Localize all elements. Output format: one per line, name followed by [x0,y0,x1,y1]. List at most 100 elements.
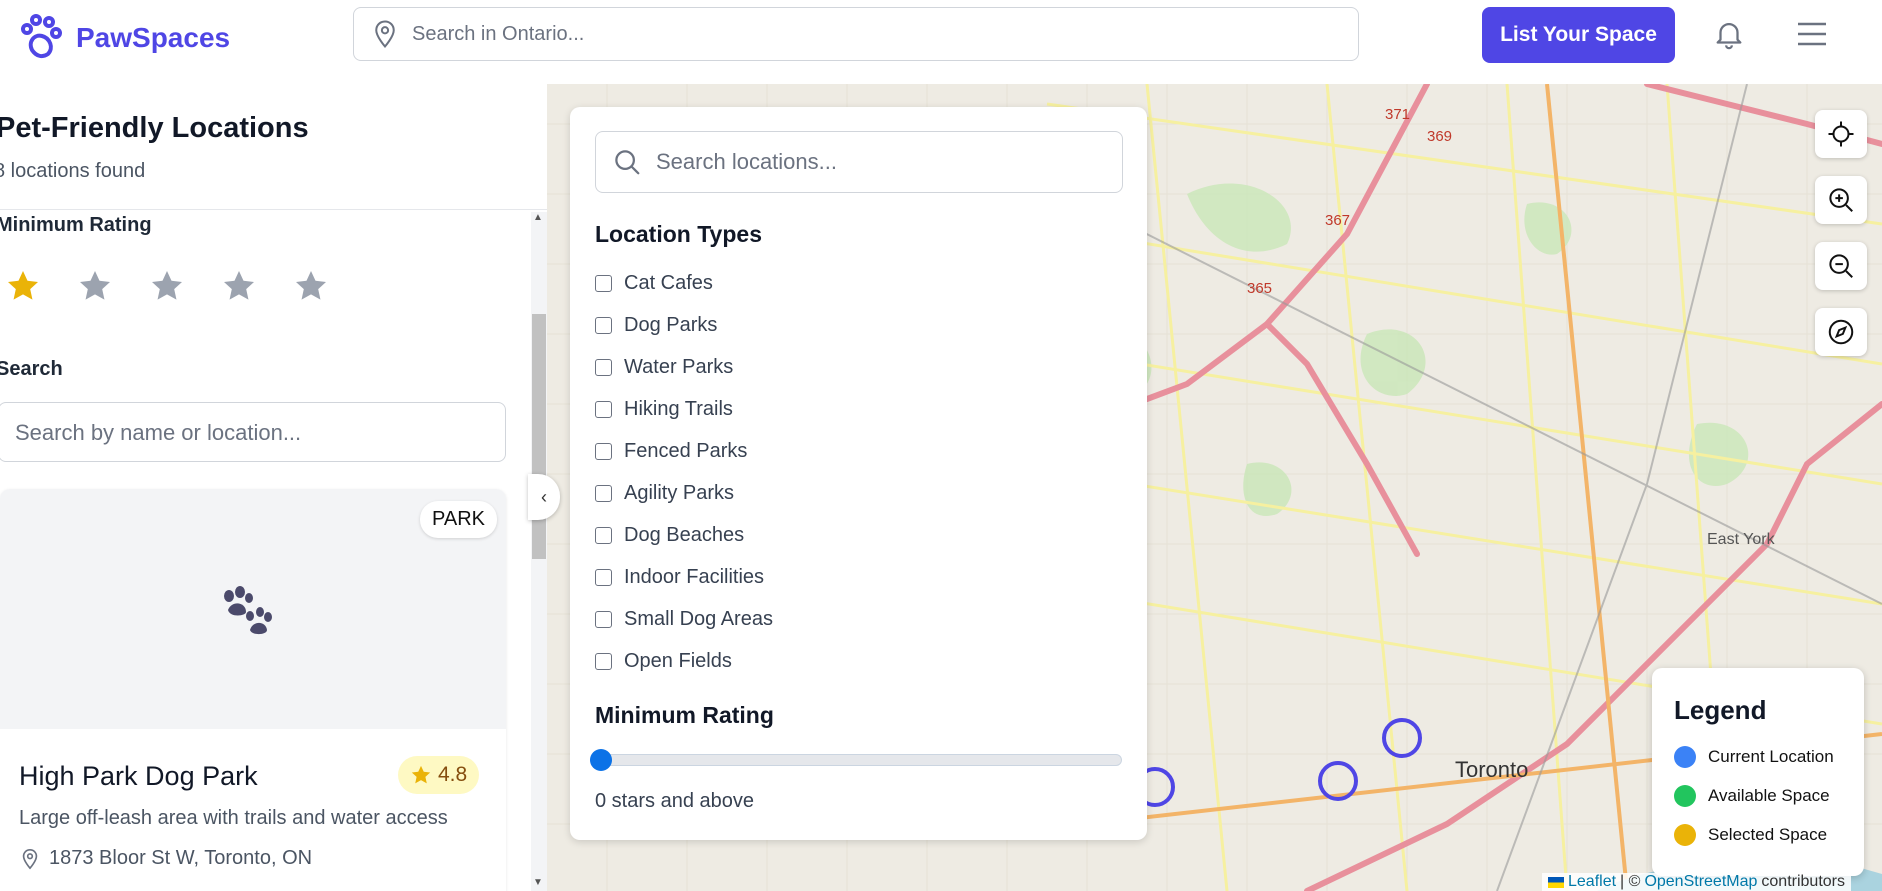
attribution-separator: | © [1620,873,1641,890]
location-type-option[interactable]: Dog Beaches [595,514,773,556]
divider [0,209,547,210]
location-type-label: Dog Parks [624,313,718,336]
checkbox[interactable] [595,316,612,334]
location-type-option[interactable]: Small Dog Areas [595,598,773,640]
checkbox[interactable] [595,652,612,670]
locate-me-button[interactable] [1815,110,1867,158]
location-type-option[interactable]: Agility Parks [595,472,773,514]
rating-slider-value-text: 0 stars and above [595,790,754,812]
location-search-input[interactable] [654,148,1118,176]
legend-label: Selected Space [1708,825,1828,844]
checkbox[interactable] [595,274,612,292]
card-description: Large off-leash area with trails and wat… [19,807,448,829]
list-your-space-button[interactable]: List Your Space [1482,7,1675,63]
legend-label: Current Location [1708,747,1834,766]
location-type-option[interactable]: Indoor Facilities [595,556,773,598]
checkbox[interactable] [595,358,612,376]
zoom-in-button[interactable] [1815,176,1867,224]
location-card[interactable]: PARK High Park Dog Park 4.8 Large off-le… [0,489,506,891]
road-label: 369 [1427,128,1453,145]
location-types-list: Cat Cafes Dog Parks Water Parks Hiking Trai… [595,262,773,682]
sidebar-search-field[interactable] [0,402,506,462]
scroll-down-arrow-icon[interactable]: ▼ [533,877,543,888]
location-type-label: Open Fields [624,649,732,672]
hamburger-menu-icon[interactable] [1796,20,1828,48]
legend-item: Selected Space [1674,824,1827,846]
legend-dot [1674,824,1696,846]
rating-badge: 4.8 [398,756,480,794]
zoom-out-button[interactable] [1815,242,1867,290]
road-label: 367 [1325,212,1351,229]
global-search-input[interactable] [410,21,1314,47]
zoom-in-icon [1829,188,1853,212]
map-area-label: East York [1707,531,1775,548]
brand-name: PawSpaces [76,22,231,53]
location-type-label: Dog Beaches [624,523,745,546]
checkbox[interactable] [595,568,612,586]
compass-button[interactable] [1815,308,1867,356]
location-pin-icon [375,20,395,49]
location-type-option[interactable]: Dog Parks [595,304,773,346]
road-label: 365 [1247,280,1273,297]
paw-icon [224,586,272,635]
legend-title: Legend [1674,695,1767,725]
legend-dot [1674,746,1696,768]
compass-icon [1828,319,1854,345]
rating-star-icon[interactable] [77,268,113,304]
search-label: Search [0,358,63,380]
search-icon [615,150,640,175]
location-type-label: Water Parks [624,355,734,378]
rating-slider-thumb[interactable] [590,749,612,771]
legend-item: Current Location [1674,746,1834,768]
rating-star-icon[interactable] [5,268,41,304]
rating-star-icon[interactable] [293,268,329,304]
location-type-option[interactable]: Open Fields [595,640,773,682]
checkbox[interactable] [595,610,612,628]
legend-item: Available Space [1674,785,1830,807]
legend-label: Available Space [1708,786,1830,805]
location-types-title: Location Types [595,221,762,247]
osm-link[interactable]: OpenStreetMap [1644,873,1757,891]
sidebar-scrollbar-thumb[interactable] [532,314,546,559]
leaflet-link[interactable]: Leaflet [1568,873,1616,891]
location-search-field[interactable] [595,131,1123,193]
filter-panel: Location Types Cat Cafes Dog Parks Water P… [570,107,1147,840]
paw-logo-icon [21,14,62,59]
zoom-out-icon [1829,254,1853,278]
sidebar-search-input[interactable] [13,419,487,447]
checkbox[interactable] [595,400,612,418]
location-type-label: Fenced Parks [624,439,748,462]
rating-star-icon[interactable] [221,268,257,304]
checkbox[interactable] [595,484,612,502]
location-type-option[interactable]: Fenced Parks [595,430,773,472]
scroll-up-arrow-icon[interactable]: ▲ [533,212,543,223]
location-type-label: Hiking Trails [624,397,733,420]
rating-slider-track[interactable] [598,754,1122,766]
attribution-tail: contributors [1761,873,1845,890]
legend-dot [1674,785,1696,807]
checkbox[interactable] [595,442,612,460]
brand-logo[interactable]: PawSpaces [18,14,230,62]
bell-icon[interactable] [1712,16,1746,52]
min-rating-title: Minimum Rating [595,702,774,728]
card-address: 1873 Bloor St W, Toronto, ON [19,847,312,870]
location-type-option[interactable]: Hiking Trails [595,388,773,430]
map-attribution: Leaflet | © OpenStreetMap contributors [1542,873,1851,891]
locations-count: 8 locations found [0,160,146,182]
location-type-option[interactable]: Water Parks [595,346,773,388]
rating-value: 4.8 [438,763,468,786]
global-search-bar[interactable] [353,7,1359,61]
top-header: PawSpaces List Your Space [0,0,1882,85]
location-type-option[interactable]: Cat Cafes [595,262,773,304]
location-pin-icon [22,848,38,869]
location-type-label: Indoor Facilities [624,565,765,588]
star-icon [411,765,431,784]
checkbox[interactable] [595,526,612,544]
card-image: PARK [0,489,506,729]
card-address-text: 1873 Bloor St W, Toronto, ON [49,847,313,869]
map-legend: Legend Current Location Available Space … [1652,668,1864,876]
crosshair-icon [1828,121,1854,147]
map-city-label: Toronto [1455,757,1529,782]
card-title: High Park Dog Park [19,761,258,791]
rating-star-icon[interactable] [149,268,185,304]
